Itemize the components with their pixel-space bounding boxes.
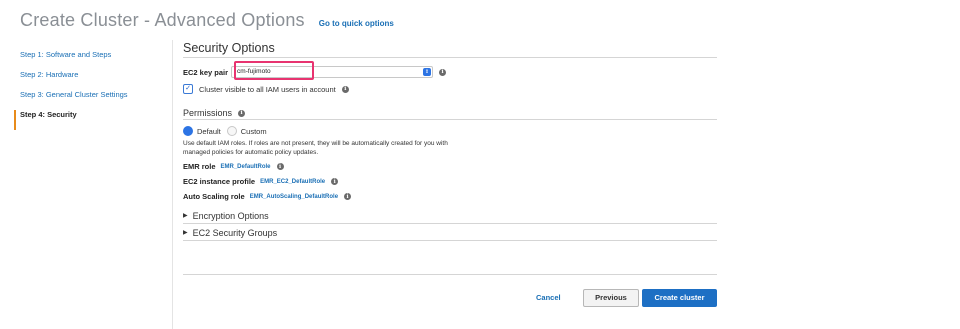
footer-divider bbox=[183, 274, 717, 275]
custom-radio[interactable] bbox=[226, 126, 237, 136]
permissions-heading: Permissions i bbox=[183, 107, 717, 120]
cancel-button[interactable]: Cancel bbox=[536, 293, 561, 302]
step-software-and-steps[interactable]: Step 1: Software and Steps bbox=[20, 50, 170, 70]
ec2-security-groups-expander[interactable]: ▶ EC2 Security Groups bbox=[183, 227, 717, 241]
info-icon[interactable]: i bbox=[238, 109, 246, 117]
emr-role-label: EMR role bbox=[183, 162, 216, 171]
permissions-radio-row: Default Custom bbox=[183, 126, 717, 136]
default-radio[interactable] bbox=[183, 126, 193, 136]
create-cluster-button[interactable]: Create cluster bbox=[642, 289, 717, 307]
cluster-visible-checkbox[interactable]: ✓ bbox=[183, 84, 193, 94]
info-icon[interactable]: i bbox=[276, 163, 284, 170]
permissions-title: Permissions bbox=[183, 108, 233, 118]
steps-nav: Step 1: Software and Steps Step 2: Hardw… bbox=[14, 50, 170, 130]
step-general-cluster-settings[interactable]: Step 3: General Cluster Settings bbox=[20, 90, 170, 110]
ec2-profile-row: EC2 instance profile EMR_EC2_DefaultRole… bbox=[183, 177, 717, 186]
step-hardware[interactable]: Step 2: Hardware bbox=[20, 70, 170, 90]
key-pair-value: cm-fujimoto bbox=[237, 68, 271, 75]
key-pair-row: EC2 key pair cm-fujimoto ⇕ i bbox=[183, 61, 717, 80]
page-title: Create Cluster - Advanced Options bbox=[20, 10, 305, 30]
ec2-profile-label: EC2 instance profile bbox=[183, 177, 256, 186]
info-icon[interactable]: i bbox=[341, 85, 349, 93]
triangle-right-icon: ▶ bbox=[183, 213, 188, 219]
ec2-profile-link[interactable]: EMR_EC2_DefaultRole bbox=[260, 179, 325, 185]
custom-radio-label: Custom bbox=[240, 126, 267, 136]
emr-role-link[interactable]: EMR_DefaultRole bbox=[221, 164, 271, 170]
triangle-right-icon: ▶ bbox=[183, 230, 188, 236]
main-content: Security Options EC2 key pair cm-fujimot… bbox=[183, 40, 717, 241]
autoscaling-row: Auto Scaling role EMR_AutoScaling_Defaul… bbox=[183, 192, 717, 201]
go-to-quick-options-link[interactable]: Go to quick options bbox=[319, 19, 394, 28]
key-pair-label: EC2 key pair bbox=[183, 67, 229, 77]
emr-role-row: EMR role EMR_DefaultRole i bbox=[183, 162, 717, 171]
info-icon[interactable]: i bbox=[439, 68, 447, 76]
info-icon[interactable]: i bbox=[344, 193, 352, 200]
checkmark-icon: ✓ bbox=[185, 85, 191, 92]
step-security[interactable]: Step 4: Security bbox=[14, 110, 170, 130]
vertical-divider bbox=[172, 40, 173, 329]
key-pair-select[interactable]: cm-fujimoto ⇕ bbox=[231, 66, 434, 78]
previous-button[interactable]: Previous bbox=[583, 289, 639, 307]
default-radio-label: Default bbox=[197, 126, 221, 136]
encryption-options-label: Encryption Options bbox=[192, 211, 269, 221]
page-header: Create Cluster - Advanced Options Go to … bbox=[20, 10, 394, 31]
security-options-title: Security Options bbox=[183, 40, 717, 58]
cluster-visible-label: Cluster visible to all IAM users in acco… bbox=[199, 84, 336, 94]
autoscaling-label: Auto Scaling role bbox=[183, 192, 245, 201]
permissions-description: Use default IAM roles. If roles are not … bbox=[183, 140, 448, 156]
dropdown-arrow-icon: ⇕ bbox=[423, 68, 432, 76]
cluster-visible-row: ✓ Cluster visible to all IAM users in ac… bbox=[183, 84, 717, 94]
info-icon[interactable]: i bbox=[331, 178, 339, 185]
ec2-security-groups-label: EC2 Security Groups bbox=[192, 228, 278, 238]
encryption-options-expander[interactable]: ▶ Encryption Options bbox=[183, 210, 717, 224]
autoscaling-link[interactable]: EMR_AutoScaling_DefaultRole bbox=[250, 194, 338, 200]
